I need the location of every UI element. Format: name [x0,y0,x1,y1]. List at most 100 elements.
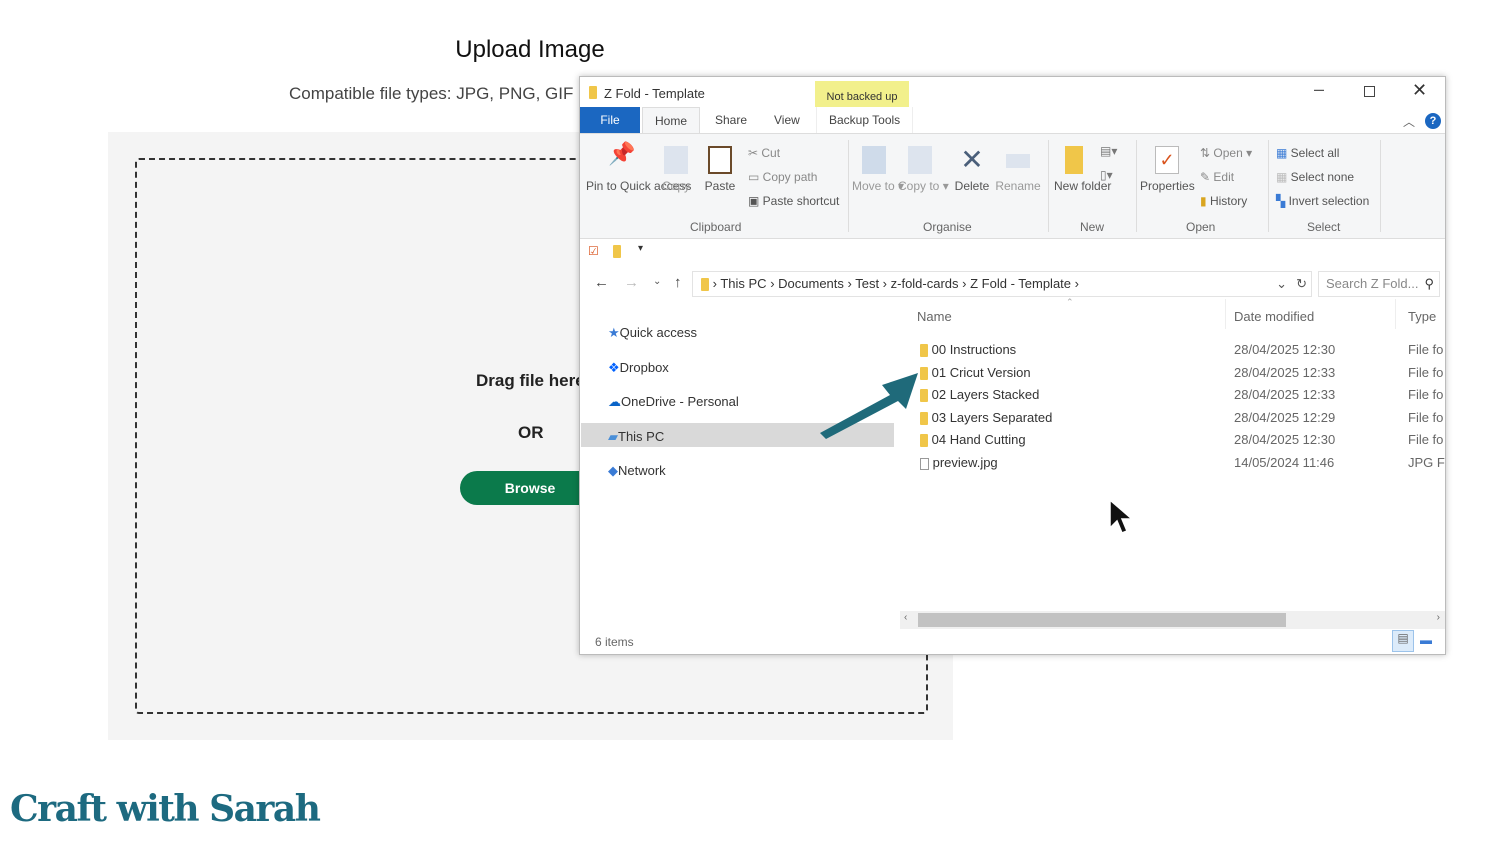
copy-to-button[interactable]: Copy to ▾ [898,146,949,194]
sort-indicator-icon: ⌃ [1066,297,1074,307]
address-bar[interactable]: › This PC › Documents › Test › z-fold-ca… [692,271,1312,297]
column-date[interactable]: Date modified [1234,309,1314,324]
forward-icon[interactable]: → [624,274,639,291]
scroll-thumb[interactable] [918,613,1286,627]
breadcrumb-item[interactable]: z-fold-cards [891,276,959,291]
column-type[interactable]: Type [1408,309,1436,324]
group-select: Select [1307,220,1341,234]
horizontal-scrollbar[interactable]: ‹ › [900,611,1445,629]
cut-button[interactable]: ✂ Cut [748,146,780,160]
arrow-annotation [820,373,918,439]
pin-icon: 📌 [608,141,636,166]
onedrive-icon: ☁ [608,394,621,409]
easy-access-icon[interactable]: ▯▾ [1100,168,1113,182]
file-date: 28/04/2025 12:33 [1234,387,1336,403]
paste-shortcut-button[interactable]: ▣ Paste shortcut [748,194,839,208]
file-name: 02 Layers Stacked [931,387,1040,403]
breadcrumb-item[interactable]: Documents [778,276,844,291]
tab-share[interactable]: Share [703,107,759,133]
properties-qat-icon[interactable]: ☑ [588,244,599,258]
history-button[interactable]: ▮ History [1200,194,1247,208]
minimize-button[interactable]: – [1314,79,1324,100]
delete-button[interactable]: ✕ Delete [950,146,994,194]
search-icon: ⚲ [1424,276,1434,291]
breadcrumb-item[interactable]: This PC [720,276,766,291]
search-input[interactable]: Search Z Fold... ⚲ [1318,271,1440,297]
open-button[interactable]: ⇅ Open ▾ [1200,146,1252,160]
window-title: Z Fold - Template [604,86,705,101]
breadcrumb-item[interactable]: Test [855,276,879,291]
file-date: 28/04/2025 12:30 [1234,432,1336,448]
scissors-icon: ✂ [748,146,762,160]
recent-dropdown-icon[interactable]: ⌄ [653,276,661,287]
new-folder-button[interactable]: New folder [1054,146,1111,194]
file-type: File fo [1408,432,1444,448]
folder-qat-icon[interactable] [613,245,621,258]
file-date: 28/04/2025 12:33 [1234,364,1336,380]
new-item-icon[interactable]: ▤▾ [1100,144,1117,158]
brand-logo: Craft with Sarah [10,788,321,830]
file-name: 03 Layers Separated [931,409,1053,425]
invert-selection-button[interactable]: ▚ Invert selection [1276,194,1369,208]
ribbon: 📌 Pin to Quick access Copy Paste ✂ Cut ▭ … [580,133,1445,239]
computer-icon: ▰ [608,428,618,444]
breadcrumb-item[interactable]: Z Fold - Template [970,276,1071,291]
close-button[interactable]: ✕ [1412,80,1427,101]
file-name: 04 Hand Cutting [931,432,1026,448]
help-icon[interactable]: ? [1425,113,1441,129]
edit-button[interactable]: ✎ Edit [1200,170,1234,184]
tab-home[interactable]: Home [642,107,701,133]
divider [1380,140,1381,232]
pin-button[interactable]: 📌 Pin to Quick access [586,141,691,194]
file-type: File fo [1408,342,1444,357]
address-dropdown-icon[interactable]: ⌄ [1276,272,1287,296]
nav-item[interactable]: ☁OneDrive - Personal [608,394,739,410]
history-icon: ▮ [1200,194,1210,208]
tab-view[interactable]: View [762,107,812,133]
dropbox-icon: ❖ [608,359,620,375]
nav-item[interactable]: ★Quick access [608,325,697,341]
group-organise: Organise [923,220,972,234]
nav-item[interactable]: ▰This PC [608,429,664,445]
column-divider [1225,299,1226,329]
drag-text: Drag file here [476,371,585,390]
tab-file[interactable]: File [580,107,640,133]
column-name[interactable]: Name [917,309,952,324]
star-icon: ★ [608,325,620,340]
refresh-icon[interactable]: ↻ [1296,272,1307,296]
new-folder-icon [1065,146,1083,174]
properties-button[interactable]: ✓ Properties [1140,146,1195,194]
breadcrumb: › This PC › Documents › Test › z-fold-ca… [712,276,1079,291]
move-to-button[interactable]: Move to ▾ [852,146,904,194]
file-type: File fo [1408,409,1444,425]
select-none-button[interactable]: ▦ Select none [1276,170,1354,184]
collapse-ribbon-icon[interactable]: ︿ [1403,113,1415,130]
maximize-button[interactable] [1364,86,1375,97]
edit-icon: ✎ [1200,170,1214,184]
folder-icon [920,344,928,358]
copy-path-button[interactable]: ▭ Copy path [748,170,817,184]
back-icon[interactable]: ← [594,274,609,291]
scroll-right-icon: › [1436,612,1440,623]
column-divider [1395,299,1396,329]
select-all-button[interactable]: ▦ Select all [1276,146,1339,160]
nav-item[interactable]: ❖Dropbox [608,360,669,376]
nav-item[interactable]: ◆Network [608,463,666,479]
copy-button[interactable]: Copy [658,146,694,194]
tab-backup-tools[interactable]: Backup Tools [816,107,914,133]
scroll-left-icon: ‹ [904,612,908,623]
page-title: Upload Image [455,36,605,63]
status-bar: 6 items [595,635,634,649]
large-icons-view-icon[interactable]: ▬ [1420,633,1432,647]
divider [848,140,849,232]
folder-icon [701,278,709,292]
copy-icon [664,146,688,174]
copy-path-icon: ▭ [748,170,763,184]
file-name: 01 Cricut Version [931,364,1031,380]
paste-button[interactable]: Paste [700,146,740,194]
rename-button[interactable]: Rename [994,146,1042,194]
qat-dropdown-icon[interactable]: ▾ [638,243,643,254]
or-text: OR [518,423,544,442]
details-view-icon[interactable]: ▤ [1392,630,1414,652]
up-icon[interactable]: ↑ [674,274,682,291]
